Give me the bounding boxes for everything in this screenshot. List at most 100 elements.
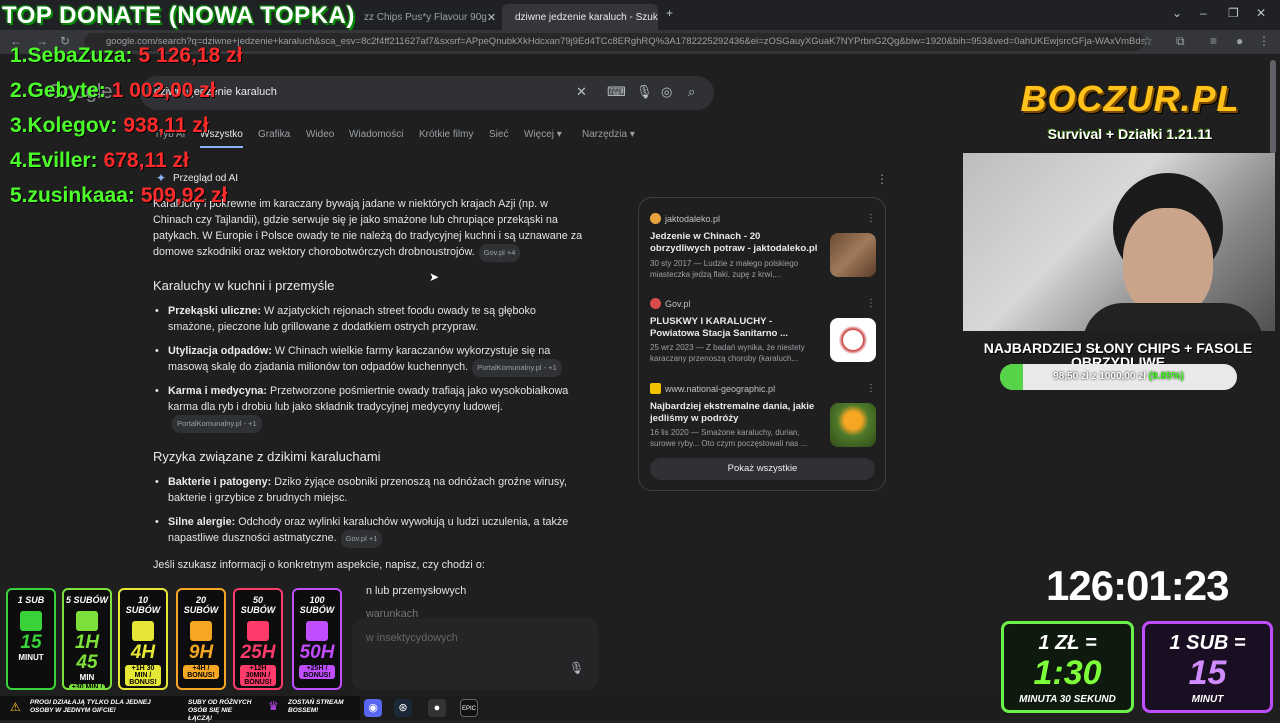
citation-chip[interactable]: PortalKomunalny.pl - +1 [472,359,562,377]
subathon-timer: 126:01:23 [1046,562,1229,609]
tab-search-icon[interactable]: ⌄ [1172,6,1182,20]
source-favicon [650,213,661,224]
more-menu-icon[interactable]: ⋮ [1258,34,1270,48]
gift-icon [190,621,212,641]
source-domain[interactable]: jaktodaleko.pl [665,214,720,224]
tab-tools-label: Narzędzia [582,129,628,140]
source-more-icon[interactable]: ⋮ [866,298,876,309]
discord-icon[interactable]: ◉ [364,699,382,717]
ai-more-icon[interactable]: ⋮ [876,172,888,186]
source-domain[interactable]: www.national-geographic.pl [665,384,775,394]
menu-list-icon[interactable]: ≡ [1210,34,1217,48]
donor-row: 1.SebaZuza: 5 126,18 zł [10,44,242,68]
gift-icon [247,621,269,641]
bookmark-star-icon[interactable]: ☆ [1142,34,1153,48]
donor-row: 4.Eviller: 678,11 zł [10,149,189,173]
sub-tier-time: 50H [299,642,335,663]
source-title[interactable]: Jedzenie w Chinach - 20 obrzydliwych pot… [650,231,822,255]
url-field[interactable]: google.com/search?q=dziwne+jedzenie+kara… [84,33,1144,51]
tab-more-label: Więcej [524,129,555,140]
epic-games-icon[interactable]: EPIC [460,699,478,717]
donor-rank: 3. [10,114,28,137]
sub-tier-card: 10 SUBÓW 4H +1H 30 MIN / BONUS! [118,588,168,690]
close-window-icon[interactable]: ✕ [1256,6,1266,20]
tab-web[interactable]: Sieć [489,129,508,140]
source-more-icon[interactable]: ⋮ [866,213,876,224]
clear-search-icon[interactable]: ✕ [576,84,587,100]
donor-rank: 5. [10,184,28,207]
source-thumbnail[interactable] [830,233,876,277]
source-snippet: 16 lis 2020 — Smażone karaluchy, durian,… [650,428,808,448]
extensions-icon[interactable]: ⧉ [1176,34,1185,49]
rule-text: ZOSTAŃ STREAM BOSSEM! [288,699,344,714]
lens-icon[interactable]: ◎ [661,84,672,100]
sub-tier-label: 5 SUBÓW [65,595,108,605]
source-thumbnail[interactable] [830,318,876,362]
closing-item: w insektycydowych [366,632,458,644]
steam-icon[interactable]: ⊛ [394,699,412,717]
citation-chip[interactable]: PortalKomunalny.pl - +1 [172,415,262,433]
sub-tier-label: 50 SUBÓW [240,595,276,615]
sub-tier-bonus: +1H 30 MIN / BONUS! [125,665,161,686]
tab-tools[interactable]: Narzędzia ▾ [582,129,635,140]
sub-tier-unit: MIN [79,673,95,682]
sub-tier-label: 100 SUBÓW [299,595,335,615]
follow-up-input[interactable] [352,618,598,690]
new-tab-icon[interactable]: + [666,6,673,20]
tab-images[interactable]: Grafika [258,129,290,140]
item-title: Karma i medycyna: [168,385,268,397]
sub-tier-card: 5 SUBÓW 1H 45MIN +30 MIN / BONUS! [62,588,112,690]
crown-icon: ♛ [268,699,279,713]
tab-short-videos[interactable]: Krótkie filmy [419,129,473,140]
microphone-icon[interactable]: 🎙 [636,84,653,100]
source-title[interactable]: Najbardziej ekstremalne dania, jakie jed… [650,401,822,425]
browser-tab[interactable]: zz Chips Pus*y Flavour 90g ✕ [356,4,496,30]
microphone-icon[interactable]: 🎙 [569,661,584,675]
rate-unit: MINUTA 30 SEKUND [1019,694,1116,705]
show-all-button[interactable]: Pokaż wszystkie [650,458,875,480]
sub-rate-card: 1 SUB = 15 MINUT [1142,621,1273,713]
maximize-icon[interactable]: ❐ [1228,6,1239,20]
sub-tier-bonus: +4H / BONUS! [183,665,219,679]
donor-name: Eviller: [27,149,98,172]
tab-video[interactable]: Wideo [306,129,334,140]
scrollbar[interactable] [1270,60,1276,154]
search-icon[interactable]: ⌕ [688,84,695,100]
source-title[interactable]: PLUSKWY I KARALUCHY - Powiatowa Stacja S… [650,316,822,340]
item-title: Silne alergie: [168,516,236,528]
chevron-down-icon: ▾ [556,129,562,140]
obs-icon[interactable]: ● [428,699,446,717]
keyboard-icon[interactable]: ⌨ [607,84,626,100]
tab-label: zz Chips Pus*y Flavour 90g [364,11,487,23]
source-favicon [650,383,661,394]
donor-amount: 509,92 zł [140,184,228,207]
sub-tier-label: 10 SUBÓW [125,595,161,615]
donor-name: Gebyte: [27,79,106,102]
donor-amount: 1 002,00 zł [111,79,216,102]
donor-row: 3.Kolegov: 938,11 zł [10,114,209,138]
citation-chip[interactable]: Gov.pl +1 [340,530,383,548]
money-rate-card: 1 ZŁ = 1:30 MINUTA 30 SEKUND [1001,621,1134,713]
logo-sub-text: Survival + Działki 1.21.11 [1047,126,1213,142]
browser-tab-active[interactable]: dziwne jedzenie karaluch - Szukaj✕ [502,4,658,30]
minimize-icon[interactable]: – [1200,6,1207,20]
gift-icon [20,611,42,631]
sub-tier-time: 1H 45 [74,632,100,673]
list-item: Silne alergie: Odchody oraz wylinki kara… [155,514,578,548]
source-domain[interactable]: Gov.pl [665,299,690,309]
close-tab-icon[interactable]: ✕ [487,11,496,24]
sub-tier-card: 20 SUBÓW 9H +4H / BONUS! [176,588,226,690]
donor-amount: 5 126,18 zł [138,44,243,67]
sub-tier-time: 15 [20,632,42,653]
profile-avatar[interactable]: ● [1236,34,1243,48]
donor-name: Kolegov: [27,114,118,137]
tab-more[interactable]: Więcej ▾ [524,129,562,140]
streamer-face [1123,208,1213,318]
gift-icon [306,621,328,641]
source-thumbnail[interactable] [830,403,876,447]
source-more-icon[interactable]: ⋮ [866,383,876,394]
rate-value: 15 [1188,654,1227,692]
tab-news[interactable]: Wiadomości [349,129,403,140]
warning-icon: ⚠ [10,700,21,714]
citation-chip[interactable]: Gov.pl +4 [478,244,521,262]
